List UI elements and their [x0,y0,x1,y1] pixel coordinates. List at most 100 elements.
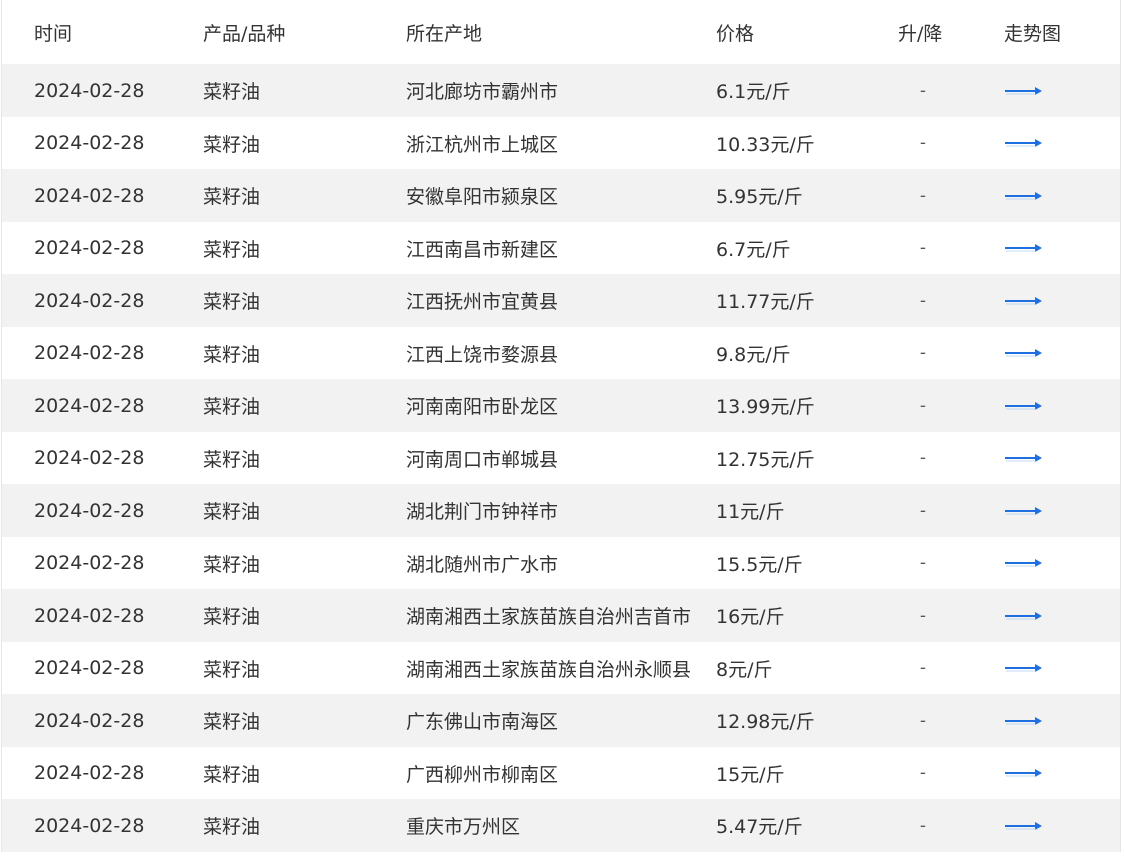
trend-chart-link[interactable] [1004,291,1044,311]
trend-chart-link[interactable] [1004,186,1044,206]
table-row: 2024-02-28 菜籽油 江西抚州市宜黄县 11.77元/斤 - [2,274,1120,327]
trend-chart-link[interactable] [1004,553,1044,573]
cell-change: - [919,80,927,101]
table-row: 2024-02-28 菜籽油 河南周口市郸城县 12.75元/斤 - [2,431,1120,485]
column-header-location: 所在产地 [406,22,483,45]
cell-change: - [919,133,927,153]
arrow-right-icon [1004,241,1044,255]
cell-price: 12.75元/斤 [716,448,815,471]
trend-chart-link[interactable] [1004,501,1044,521]
cell-date: 2024-02-28 [34,657,145,679]
cell-product: 菜籽油 [203,291,261,313]
cell-date: 2024-02-28 [34,552,145,574]
trend-chart-link[interactable] [1004,658,1044,678]
cell-change: - [919,500,927,521]
column-header-trend: 走势图 [1004,22,1062,45]
cell-trend [1004,694,1044,747]
cell-product: 菜籽油 [203,816,261,838]
cell-price: 12.98元/斤 [716,711,815,733]
cell-change: - [919,448,927,468]
cell-date: 2024-02-28 [34,289,145,312]
cell-product: 菜籽油 [203,658,261,681]
table-row: 2024-02-28 菜籽油 安徽阜阳市颍泉区 5.95元/斤 - [2,169,1120,222]
cell-date: 2024-02-28 [34,709,145,732]
cell-product: 菜籽油 [203,501,261,523]
cell-date: 2024-02-28 [34,79,145,102]
trend-chart-link[interactable] [1004,816,1044,836]
arrow-right-icon [1004,504,1044,518]
cell-location: 湖北随州市广水市 [406,553,559,576]
cell-price: 11.77元/斤 [716,291,815,313]
price-table: 时间 产品/品种 所在产地 价格 升/降 走势图 2024-02-28 菜籽油 河北… [1,0,1121,852]
cell-price: 10.33元/斤 [716,133,815,156]
trend-chart-link[interactable] [1004,133,1044,153]
trend-chart-link[interactable] [1004,606,1044,626]
cell-price: 15.5元/斤 [716,553,803,576]
cell-change: - [919,605,927,626]
trend-chart-link[interactable] [1004,448,1044,468]
column-header-product: 产品/品种 [203,22,286,45]
cell-price: 8元/斤 [716,658,773,681]
trend-chart-link[interactable] [1004,396,1044,416]
table-row: 2024-02-28 菜籽油 河北廊坊市霸州市 6.1元/斤 - [2,64,1120,117]
cell-date: 2024-02-28 [34,132,145,154]
cell-price: 6.7元/斤 [716,238,791,261]
trend-chart-link[interactable] [1004,343,1044,363]
cell-price: 16元/斤 [716,606,785,628]
cell-trend [1004,642,1044,695]
trend-chart-link[interactable] [1004,763,1044,783]
cell-product: 菜籽油 [203,553,261,576]
cell-location: 江西上饶市婺源县 [406,343,559,366]
cell-date: 2024-02-28 [34,394,145,417]
cell-price: 5.47元/斤 [716,816,803,838]
cell-trend [1004,432,1044,485]
table-row: 2024-02-28 菜籽油 湖北荆门市钟祥市 11元/斤 - [2,484,1120,537]
table-row: 2024-02-28 菜籽油 江西南昌市新建区 6.7元/斤 - [2,221,1120,275]
cell-location: 广东佛山市南海区 [406,711,559,733]
cell-date: 2024-02-28 [34,237,145,259]
cell-trend [1004,327,1044,380]
cell-change: - [919,710,927,731]
trend-chart-link[interactable] [1004,238,1044,258]
trend-chart-link[interactable] [1004,81,1044,101]
cell-change: - [919,658,927,678]
cell-location: 重庆市万州区 [406,816,521,838]
cell-change: - [919,238,927,258]
cell-change: - [919,185,927,206]
table-row: 2024-02-28 菜籽油 重庆市万州区 5.47元/斤 - [2,799,1120,852]
trend-chart-link[interactable] [1004,711,1044,731]
arrow-right-icon [1004,556,1044,570]
table-row: 2024-02-28 菜籽油 江西上饶市婺源县 9.8元/斤 - [2,326,1120,380]
arrow-right-icon [1004,819,1044,833]
table-row: 2024-02-28 菜籽油 广东佛山市南海区 12.98元/斤 - [2,694,1120,747]
cell-date: 2024-02-28 [34,499,145,522]
arrow-right-icon [1004,661,1044,675]
cell-product: 菜籽油 [203,238,261,261]
table-row: 2024-02-28 菜籽油 浙江杭州市上城区 10.33元/斤 - [2,116,1120,170]
arrow-right-icon [1004,84,1044,98]
cell-change: - [919,763,927,783]
cell-price: 6.1元/斤 [716,81,791,103]
arrow-right-icon [1004,399,1044,413]
cell-product: 菜籽油 [203,606,261,628]
cell-trend [1004,589,1044,642]
cell-date: 2024-02-28 [34,762,145,784]
cell-price: 13.99元/斤 [716,396,815,418]
cell-product: 菜籽油 [203,343,261,366]
cell-change: - [919,343,927,363]
cell-trend [1004,484,1044,537]
cell-location: 安徽阜阳市颍泉区 [406,186,559,208]
cell-trend [1004,379,1044,432]
cell-product: 菜籽油 [203,81,261,103]
cell-trend [1004,64,1044,117]
cell-price: 9.8元/斤 [716,343,791,366]
arrow-right-icon [1004,766,1044,780]
cell-price: 15元/斤 [716,763,785,786]
arrow-right-icon [1004,294,1044,308]
column-header-price: 价格 [716,22,755,45]
cell-location: 江西抚州市宜黄县 [406,291,559,313]
cell-location: 广西柳州市柳南区 [406,763,559,786]
cell-date: 2024-02-28 [34,604,145,627]
table-row: 2024-02-28 菜籽油 河南南阳市卧龙区 13.99元/斤 - [2,379,1120,432]
cell-date: 2024-02-28 [34,342,145,364]
